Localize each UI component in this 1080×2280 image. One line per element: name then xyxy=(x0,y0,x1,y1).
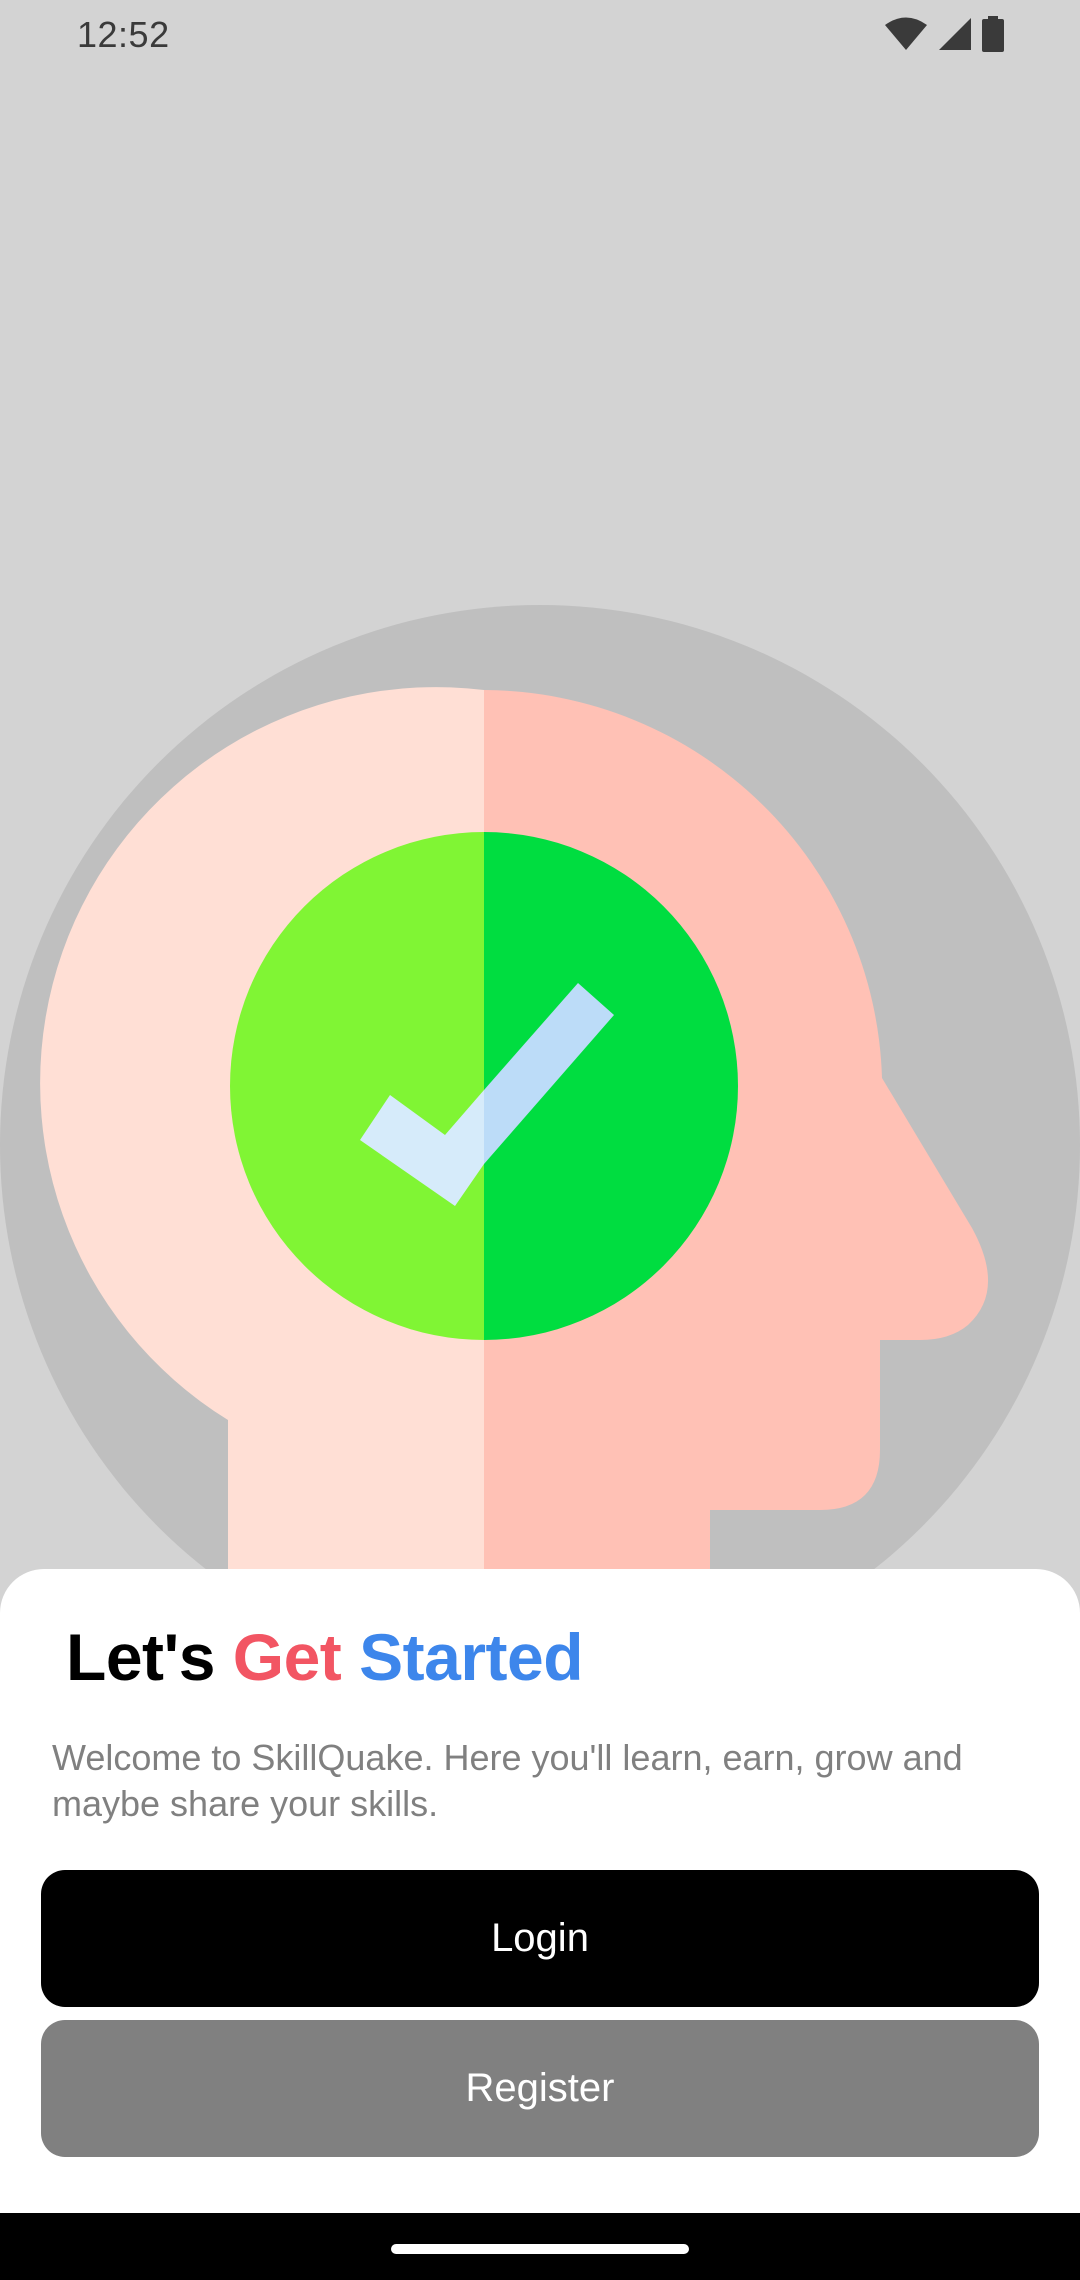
title-part-lets: Let's xyxy=(66,1620,215,1694)
home-gesture-handle[interactable] xyxy=(391,2244,689,2254)
wifi-icon xyxy=(884,16,928,52)
welcome-description: Welcome to SkillQuake. Here you'll learn… xyxy=(52,1737,963,1824)
status-icons xyxy=(884,16,1004,52)
navigation-bar xyxy=(0,2213,1080,2280)
signal-icon xyxy=(938,16,972,52)
status-bar: 12:52 xyxy=(0,0,1080,72)
title-part-get: Get xyxy=(232,1620,342,1694)
head-checkmark-illustration xyxy=(0,600,1080,1685)
page-title: Let's Get Started xyxy=(66,1619,584,1695)
title-part-started: Started xyxy=(359,1620,584,1694)
battery-icon xyxy=(982,16,1004,52)
status-time: 12:52 xyxy=(77,14,170,55)
register-button[interactable]: Register xyxy=(41,2020,1039,2157)
login-button[interactable]: Login xyxy=(41,1870,1039,2007)
welcome-sheet: Let's Get Started Welcome to SkillQuake.… xyxy=(0,1569,1080,2213)
